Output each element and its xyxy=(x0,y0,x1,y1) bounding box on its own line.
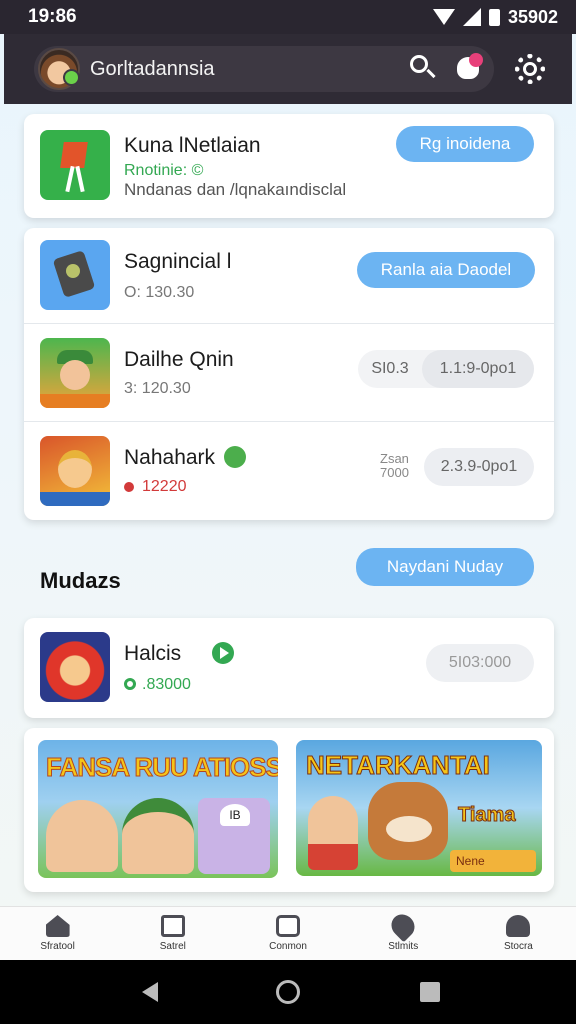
featured-name: Kuna lNetlaian xyxy=(124,134,261,157)
halcis-card[interactable]: Halcis .83000 5I03:000 xyxy=(24,618,554,718)
featured-app-icon xyxy=(40,130,110,200)
list-item-version-button[interactable]: 1.1:9-0po1 xyxy=(422,350,534,388)
banner-right[interactable]: NETARKANTAI Tiama Nene xyxy=(296,740,542,876)
list-item-icon xyxy=(40,436,110,506)
battery-text: 35902 xyxy=(507,6,558,27)
character-image xyxy=(46,800,118,872)
nav-label: Satrel xyxy=(159,941,186,952)
banner-right-title: NETARKANTAI xyxy=(306,750,491,781)
halcis-meta: .83000 xyxy=(142,676,191,693)
list-item-name: Dailhe Qnin xyxy=(124,348,234,371)
nav-item-home[interactable]: Sfratool xyxy=(0,907,115,960)
nav-item-library[interactable]: Satrel xyxy=(115,907,230,960)
status-time: 19:86 xyxy=(28,6,77,27)
nav-label: Stocra xyxy=(503,941,533,952)
list-item-version-button[interactable]: 2.3.9-0po1 xyxy=(424,448,534,486)
list-item-meta: O: 130.30 xyxy=(124,284,195,301)
banner-left[interactable]: FANSA RUU ATIOSS IB xyxy=(38,740,278,878)
featured-card[interactable]: Kuna lNetlaian Rnotinie: © Nndanas dan /… xyxy=(24,114,554,218)
character-image xyxy=(122,798,194,874)
nav-item-community[interactable]: Conmon xyxy=(230,907,345,960)
status-bar: 19:86 35902 xyxy=(0,0,576,34)
gear-icon[interactable] xyxy=(512,51,548,87)
bottom-nav: Sfratool Satrel Conmon Stlmits Stocra xyxy=(0,906,576,960)
character-image xyxy=(368,782,448,860)
recents-icon[interactable] xyxy=(420,982,440,1002)
back-icon[interactable] xyxy=(142,982,158,1002)
halcis-app-icon xyxy=(40,632,110,702)
home-circle-icon[interactable] xyxy=(276,980,300,1004)
halcis-name: Halcis xyxy=(124,642,182,665)
halcis-action-button[interactable]: 5I03:000 xyxy=(426,644,534,682)
character-image: IB xyxy=(198,798,270,874)
banner-right-tag[interactable]: Nene xyxy=(450,850,536,872)
list-item[interactable]: Nahahark 12220 Zsan 7000 2.3.9-0po1 xyxy=(24,422,554,520)
section-action-button[interactable]: Naydani Nuday xyxy=(356,548,534,586)
nav-label: Conmon xyxy=(269,941,307,952)
library-icon xyxy=(160,915,185,937)
check-icon xyxy=(124,678,136,690)
character-image xyxy=(308,796,358,870)
featured-subtitle: Rnotinie: © xyxy=(124,162,204,179)
signal-icon xyxy=(462,8,481,26)
list-item-meta: 3: 120.30 xyxy=(124,380,191,397)
list-item-name: Nahahark xyxy=(124,446,216,469)
badge-icon xyxy=(224,446,246,468)
warning-dot-icon xyxy=(124,482,134,492)
camera-icon xyxy=(276,915,300,937)
featured-description: Nndanas dan /lqnakaındisclal xyxy=(124,180,347,199)
app-list-card: Sagnincial l O: 130.30 Ranla aia Daodel … xyxy=(24,228,554,520)
list-item-icon xyxy=(40,240,110,310)
play-icon xyxy=(212,642,234,664)
list-item-size: Zsan 7000 xyxy=(380,451,409,480)
heart-icon xyxy=(386,909,420,943)
list-item-size: SI0.3 xyxy=(371,360,409,377)
list-item-meta: 12220 xyxy=(142,478,187,495)
nav-item-stats[interactable]: Stlmits xyxy=(346,907,461,960)
wifi-icon xyxy=(432,9,455,25)
nav-item-profile[interactable]: Stocra xyxy=(461,907,576,960)
list-item-version-pill: SI0.3 1.1:9-0po1 xyxy=(358,350,534,388)
nav-label: Sfratool xyxy=(40,941,75,952)
battery-icon xyxy=(488,8,500,26)
nav-label: Stlmits xyxy=(388,941,419,952)
avatar[interactable] xyxy=(38,48,80,90)
profile-icon xyxy=(506,915,531,937)
list-item[interactable]: Dailhe Qnin 3: 120.30 SI0.3 1.1:9-0po1 xyxy=(24,324,554,422)
app-title: Gorltadannsia xyxy=(90,58,215,80)
list-item-action-button[interactable]: Ranla aia Daodel xyxy=(357,252,535,288)
banner-right-subtitle: Tiama xyxy=(457,804,516,827)
system-nav-bar xyxy=(0,960,576,1024)
list-item-name: Sagnincial l xyxy=(124,250,232,273)
notification-bell-icon[interactable] xyxy=(450,51,486,87)
list-item[interactable]: Sagnincial l O: 130.30 Ranla aia Daodel xyxy=(24,228,554,324)
search-icon[interactable] xyxy=(404,51,440,87)
status-icons: 35902 xyxy=(432,6,558,28)
banner-left-title: FANSA RUU ATIOSS xyxy=(46,752,278,783)
list-item-icon xyxy=(40,338,110,408)
section-title: Mudazs xyxy=(40,568,121,593)
featured-action-button[interactable]: Rg inoidena xyxy=(396,126,534,162)
home-icon xyxy=(45,915,70,937)
